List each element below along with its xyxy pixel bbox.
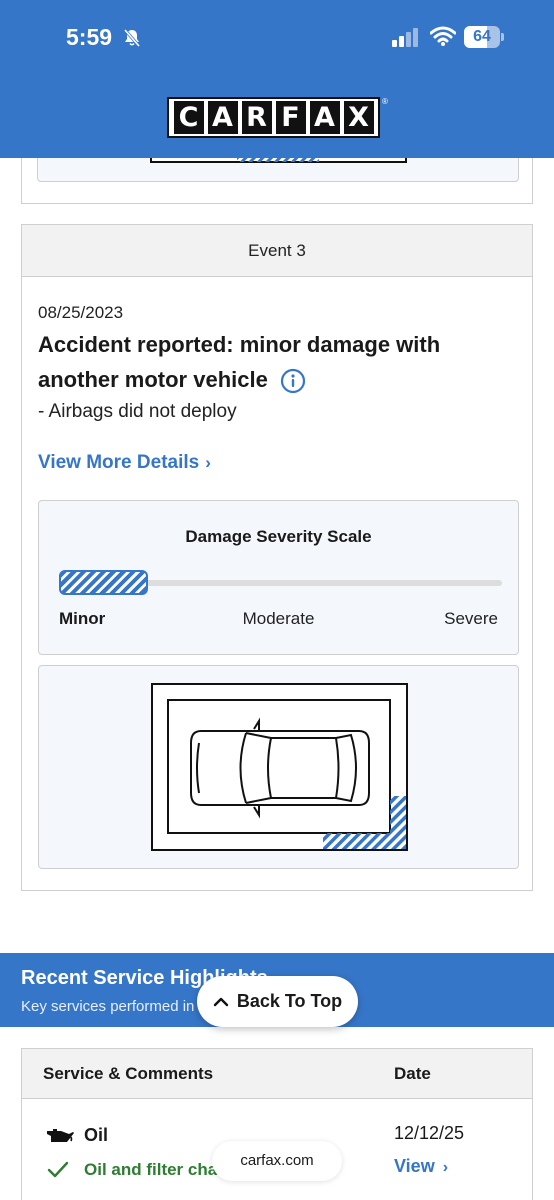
logo-letter-x: X [343,101,374,134]
logo-letter-f: F [275,101,306,134]
battery-percent: 64 [473,28,491,45]
view-more-label: View More Details [38,452,200,473]
service-table-header: Service & Comments Date [22,1049,532,1099]
event-title: Accident reported: minor damage with ano… [38,327,508,397]
cellular-signal-icon [392,28,418,47]
battery-nub [501,33,504,41]
chevron-up-icon [213,997,229,1006]
chevron-right-icon: › [442,1159,449,1176]
service-item-label: Oil [84,1125,109,1145]
column-header-service: Service & Comments [43,1064,214,1083]
check-icon [47,1161,69,1178]
event-date: 08/25/2023 [38,303,124,322]
damage-diagram-panel [38,665,519,869]
service-view-link[interactable]: View › [394,1156,448,1177]
service-item-description: Oil and filter cha [84,1160,218,1179]
info-icon[interactable] [280,368,306,394]
back-to-top-label: Back To Top [236,991,343,1011]
back-to-top-button[interactable]: Back To Top [197,976,358,1027]
logo-letter-a2: A [309,101,340,134]
wifi-icon [430,26,456,46]
app-header: 5:59 64 C A R F A X ® [0,0,554,158]
logo-letter-a: A [207,101,238,134]
severity-title: Damage Severity Scale [185,527,372,546]
column-header-date: Date [394,1064,431,1083]
carfax-logo[interactable]: C A R F A X [167,97,380,138]
logo-letter-r: R [241,101,272,134]
vehicle-damage-diagram [151,683,408,851]
damage-severity-panel: Damage Severity Scale Minor Moderate Sev… [38,500,519,655]
oil-can-icon [47,1129,74,1142]
battery-indicator: 64 [464,26,504,48]
muted-bell-icon [123,29,141,47]
service-item-date: 12/12/25 [394,1123,465,1143]
chevron-right-icon: › [205,453,211,472]
browser-url-pill[interactable]: carfax.com [212,1141,342,1181]
service-banner-subtitle: Key services performed in [21,998,195,1015]
service-view-label: View [394,1156,435,1176]
event-card: Event 3 08/25/2023 Accident reported: mi… [21,224,533,891]
view-more-details-link[interactable]: View More Details › [38,452,211,474]
event-title-text: Accident reported: minor damage with ano… [38,332,441,392]
registered-mark: ® [382,97,388,106]
severity-label-severe: Severe [444,609,498,628]
logo-letter-c: C [173,101,204,134]
status-time: 5:59 [66,24,113,50]
event-header: Event 3 [22,225,532,277]
event-detail: - Airbags did not deploy [38,401,237,422]
severity-level-bar [59,570,148,595]
